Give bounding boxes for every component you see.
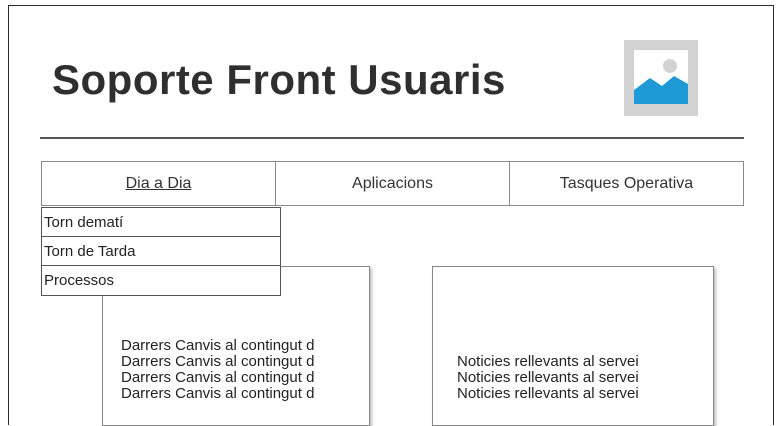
submenu-item-torn-demati[interactable]: Torn dematí <box>42 208 280 237</box>
recent-change-line: Darrers Canvis al contingut d <box>121 353 315 370</box>
news-panel: Noticies rellevants al servei Noticies r… <box>432 266 714 426</box>
news-line: Noticies rellevants al servei <box>457 369 639 386</box>
tab-label: Tasques Operativa <box>559 174 694 192</box>
tab-label: Aplicacions <box>352 174 433 192</box>
recent-change-line: Darrers Canvis al contingut d <box>121 369 315 386</box>
image-placeholder-icon <box>624 40 698 116</box>
tab-dia-a-dia[interactable]: Dia a Dia <box>42 162 276 205</box>
news-line: Noticies rellevants al servei <box>457 385 639 402</box>
main-tabs: Dia a Dia Aplicacions Tasques Operativa <box>41 161 744 206</box>
tab-aplicacions[interactable]: Aplicacions <box>276 162 510 205</box>
dia-a-dia-submenu: Torn dematí Torn de Tarda Processos <box>41 207 281 296</box>
recent-change-line: Darrers Canvis al contingut d <box>121 337 315 354</box>
tab-label: Dia a Dia <box>125 174 192 192</box>
recent-change-line: Darrers Canvis al contingut d <box>121 385 315 402</box>
page-title: Soporte Front Usuaris <box>52 56 506 103</box>
tab-tasques-operativa[interactable]: Tasques Operativa <box>510 162 743 205</box>
header-divider <box>40 137 744 139</box>
news-line: Noticies rellevants al servei <box>457 353 639 370</box>
submenu-item-torn-de-tarda[interactable]: Torn de Tarda <box>42 237 280 266</box>
submenu-item-processos[interactable]: Processos <box>42 266 280 295</box>
